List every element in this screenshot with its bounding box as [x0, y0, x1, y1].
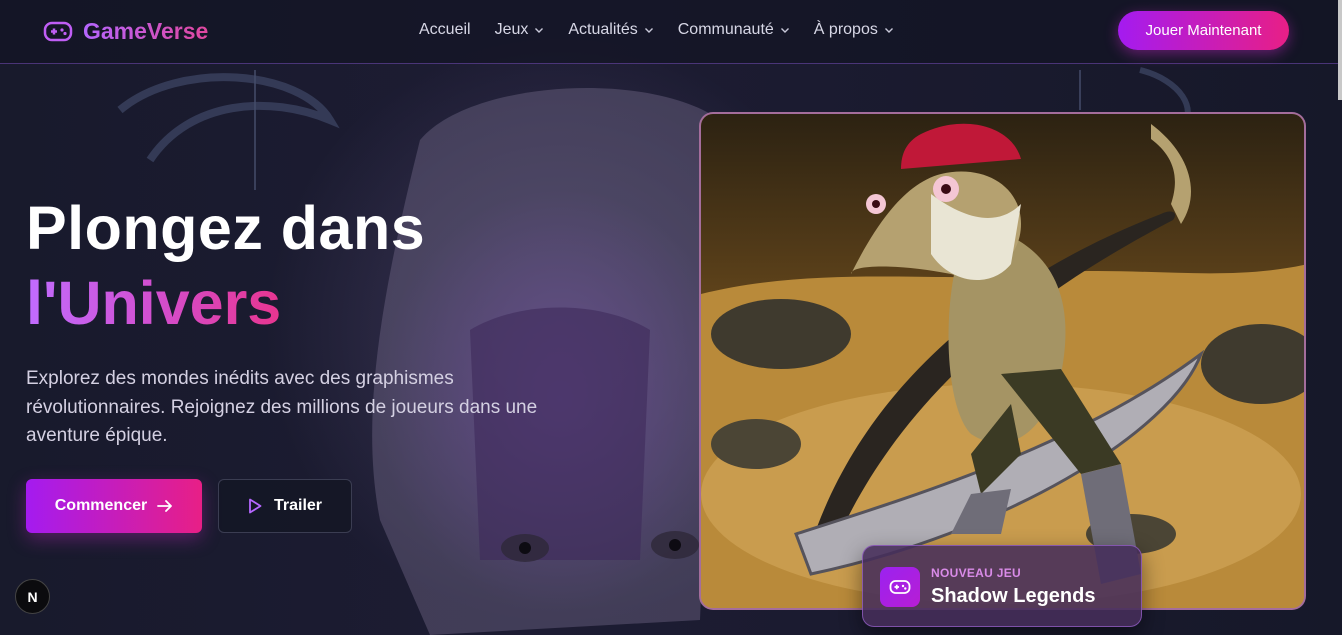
gamepad-icon	[43, 21, 73, 41]
brand-logo[interactable]: GameVerse	[43, 18, 208, 45]
nav-item-label: Jeux	[494, 21, 529, 38]
nav-item-actualites[interactable]: Actualités	[568, 21, 653, 39]
nav-item-accueil[interactable]: Accueil	[419, 21, 471, 39]
gamepad-icon	[880, 567, 920, 607]
trailer-button[interactable]: Trailer	[218, 479, 352, 533]
hero-title-line1: Plongez dans	[26, 194, 426, 262]
featured-game-card[interactable]	[699, 112, 1306, 610]
hero-description: Explorez des mondes inédits avec des gra…	[26, 368, 538, 446]
nav-item-communaute[interactable]: Communauté	[678, 21, 790, 39]
framework-badge[interactable]: N	[15, 579, 50, 614]
start-button-label: Commencer	[54, 497, 148, 514]
chevron-down-icon	[644, 28, 653, 33]
play-icon	[249, 498, 262, 514]
page-scrollbar[interactable]	[1338, 0, 1342, 100]
nav-item-label: Communauté	[677, 21, 774, 38]
nav-item-label: À propos	[813, 21, 878, 38]
brand-name: GameVerse	[83, 18, 209, 44]
chevron-down-icon	[884, 28, 893, 33]
start-button[interactable]: Commencer	[26, 479, 202, 533]
play-now-button[interactable]: Jouer Maintenant	[1118, 11, 1289, 50]
goblin-reaper-artwork	[701, 114, 1304, 608]
nav-item-a-propos[interactable]: À propos	[814, 21, 894, 39]
chevron-down-icon	[780, 28, 789, 33]
game-title: Shadow Legends	[931, 585, 1096, 607]
nav-item-jeux[interactable]: Jeux	[495, 21, 545, 39]
trailer-button-label: Trailer	[273, 497, 323, 514]
chevron-down-icon	[535, 28, 544, 33]
arrow-right-icon	[157, 500, 173, 512]
nav-item-label: Actualités	[568, 21, 638, 38]
nav-item-label: Accueil	[419, 21, 471, 38]
new-game-tag[interactable]: NOUVEAU JEU Shadow Legends	[862, 545, 1142, 627]
top-navbar: GameVerse Accueil Jeux Actualités Commun…	[0, 0, 1342, 64]
main-menu: Accueil Jeux Actualités Communauté À pro…	[419, 21, 894, 39]
new-game-label: NOUVEAU JEU	[931, 566, 1021, 580]
hero-title-line2: l'Univers	[26, 269, 282, 337]
